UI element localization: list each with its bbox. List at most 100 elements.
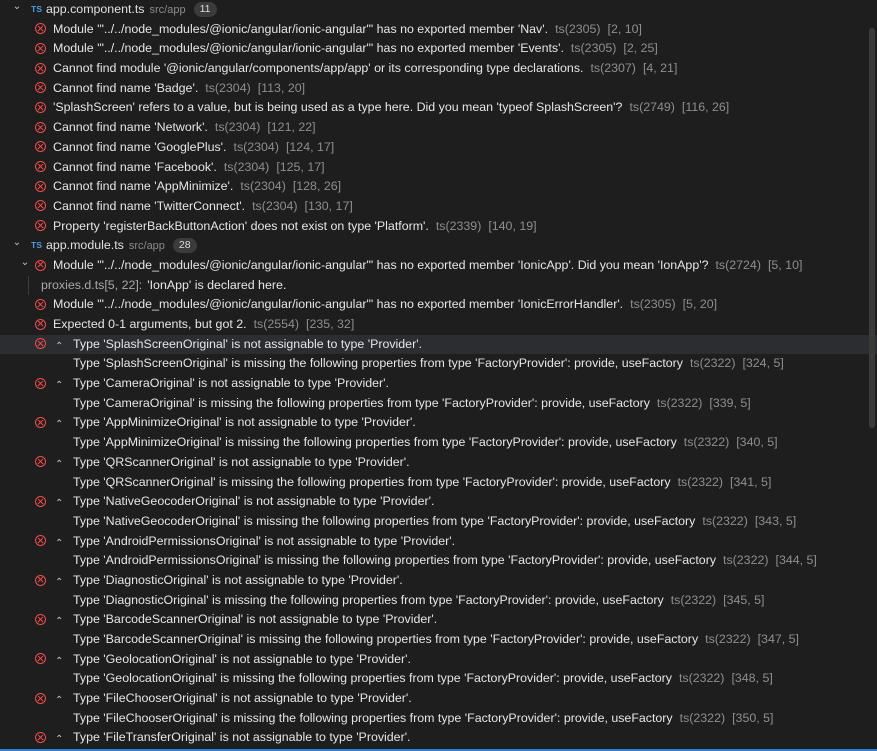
error-code: ts(2304) (223, 159, 270, 174)
problem-row[interactable]: ⌃ Type 'FileTransferOriginal' is not assi… (0, 728, 877, 748)
problem-row[interactable]: Cannot find name 'Network'. ts(2304) [121,… (0, 118, 877, 138)
detail-text: Type 'SplashScreenOriginal' is missing t… (73, 356, 683, 371)
problem-row[interactable]: ⌃ Type 'BarcodeScannerOriginal' is not as… (0, 610, 877, 630)
error-code: ts(2304) (240, 179, 286, 194)
detail-text: Type 'NativeGeocoderOriginal' is missing… (73, 513, 696, 528)
file-group-header[interactable]: ⌄ TS app.component.ts src/app 11 (0, 0, 877, 20)
problem-detail-row[interactable]: Type 'DiagnosticOriginal' is missing the… (0, 591, 877, 611)
problem-detail-row[interactable]: Type 'SplashScreenOriginal' is missing t… (0, 354, 877, 374)
error-icon (35, 180, 46, 192)
problem-text: Type 'QRScannerOriginal' is not assignab… (73, 454, 410, 469)
error-icon (35, 259, 46, 271)
file-group-header[interactable]: ⌄ TS app.module.ts src/app 28 (0, 236, 877, 256)
problem-text: Cannot find name 'GooglePlus'. (53, 139, 227, 154)
problem-detail-row[interactable]: Type 'AndroidPermissionsOriginal' is mis… (0, 551, 877, 571)
problem-detail: Type 'AndroidPermissionsOriginal' is mis… (73, 551, 817, 571)
problem-row[interactable]: ⌃ Type 'AndroidPermissionsOriginal' is no… (0, 532, 877, 552)
problem-detail-row[interactable]: Type 'AppMinimizeOriginal' is missing th… (0, 433, 877, 453)
error-location: [2, 10] (607, 21, 642, 36)
problem-message: Cannot find name 'GooglePlus'. ts(2304) [1… (53, 138, 334, 158)
problem-detail-row[interactable]: Type 'GeolocationOriginal' is missing th… (0, 669, 877, 689)
problem-detail: Type 'AppMinimizeOriginal' is missing th… (73, 433, 778, 453)
problem-count-badge: 11 (193, 2, 217, 17)
error-code: ts(2322) (723, 553, 769, 568)
detail-text: Type 'AndroidPermissionsOriginal' is mis… (73, 553, 717, 568)
error-location: [345, 5] (723, 592, 765, 607)
error-location: [350, 5] (732, 710, 774, 725)
vertical-scrollbar[interactable] (863, 0, 877, 751)
problem-detail-row[interactable]: Type 'BarcodeScannerOriginal' is missing… (0, 630, 877, 650)
problem-message: Module '"../../node_modules/@ionic/angul… (53, 20, 642, 40)
caret-up-icon[interactable]: ⌃ (55, 730, 63, 750)
problem-row[interactable]: ⌃ Type 'DiagnosticOriginal' is not assign… (0, 571, 877, 591)
error-location: [324, 5] (742, 356, 784, 371)
problem-row[interactable]: Expected 0-1 arguments, but got 2. ts(255… (0, 315, 877, 335)
problem-row[interactable]: Module '"../../node_modules/@ionic/angul… (0, 39, 877, 59)
problem-detail-row[interactable]: Type 'FileChooserOriginal' is missing th… (0, 709, 877, 729)
problem-row[interactable]: ⌃ Type 'AppMinimizeOriginal' is not assig… (0, 413, 877, 433)
problem-row[interactable]: ⌃ Type 'GeolocationOriginal' is not assig… (0, 650, 877, 670)
detail-text: Type 'AppMinimizeOriginal' is missing th… (73, 435, 677, 450)
chevron-down-icon[interactable]: ⌄ (19, 253, 31, 273)
detail-text: Type 'DiagnosticOriginal' is missing the… (73, 592, 664, 607)
problem-text: Cannot find name 'Network'. (53, 120, 208, 135)
problem-message: Type 'SplashScreenOriginal' is not assig… (73, 335, 422, 355)
typescript-file-icon: TS (31, 4, 43, 14)
problem-row[interactable]: Property 'registerBackButtonAction' does… (0, 217, 877, 237)
problem-detail-row[interactable]: Type 'QRScannerOriginal' is missing the … (0, 473, 877, 493)
problem-message: Type 'GeolocationOriginal' is not assign… (73, 650, 411, 670)
error-code: ts(2749) (629, 100, 675, 115)
detail-text: Type 'CameraOriginal' is missing the fol… (73, 395, 650, 410)
scrollbar-thumb[interactable] (869, 28, 875, 428)
problem-message: Type 'BarcodeScannerOriginal' is not ass… (73, 610, 437, 630)
error-location: [121, 22] (267, 120, 316, 135)
problem-text: Expected 0-1 arguments, but got 2. (53, 317, 247, 331)
problem-message: 'SplashScreen' refers to a value, but is… (53, 98, 729, 118)
problem-row[interactable]: Cannot find module '@ionic/angular/compo… (0, 59, 877, 79)
problem-message: Module '"../../node_modules/@ionic/angul… (53, 295, 717, 315)
problem-row[interactable]: Module '"../../node_modules/@ionic/angul… (0, 20, 877, 40)
problem-row[interactable]: Module '"../../node_modules/@ionic/angul… (0, 295, 877, 315)
related-message: proxies.d.ts[5, 22]: 'IonApp' is declared… (41, 276, 286, 296)
problem-row[interactable]: Cannot find name 'AppMinimize'. ts(2304) [… (0, 177, 877, 197)
error-icon (35, 200, 46, 212)
error-location: [5, 20] (682, 297, 718, 312)
error-location: [343, 5] (754, 513, 797, 528)
error-icon (35, 121, 46, 133)
problem-row[interactable]: ⌃ Type 'FileChooserOriginal' is not assig… (0, 689, 877, 709)
problem-count-badge: 28 (172, 238, 197, 254)
detail-text: Type 'FileChooserOriginal' is missing th… (73, 710, 673, 725)
problem-row[interactable]: Cannot find name 'GooglePlus'. ts(2304) [1… (0, 138, 877, 158)
problem-row[interactable]: Cannot find name 'Badge'. ts(2304) [113, 2… (0, 79, 877, 99)
problem-row[interactable]: 'SplashScreen' refers to a value, but is… (0, 98, 877, 118)
error-icon (35, 82, 46, 94)
problem-row[interactable]: ⌃ Type 'NativeGeocoderOriginal' is not as… (0, 492, 877, 512)
error-location: [116, 26] (681, 100, 730, 115)
problem-row[interactable]: Cannot find name 'TwitterConnect'. ts(230… (0, 197, 877, 217)
problem-row[interactable]: ⌃ Type 'SplashScreenOriginal' is not assi… (0, 334, 877, 355)
problem-text: 'SplashScreen' refers to a value, but is… (53, 100, 623, 115)
problem-text: Type 'FileTransferOriginal' is not assig… (73, 730, 411, 745)
problem-message: Module '"../../node_modules/@ionic/angul… (53, 39, 658, 59)
problem-detail-row[interactable]: Type 'NativeGeocoderOriginal' is missing… (0, 512, 877, 532)
error-location: [124, 17] (285, 139, 335, 154)
detail-text: Type 'QRScannerOriginal' is missing the … (73, 474, 671, 489)
problem-detail-row[interactable]: Type 'CameraOriginal' is missing the fol… (0, 394, 877, 414)
chevron-down-icon[interactable]: ⌄ (11, 233, 23, 253)
problem-row[interactable]: Cannot find name 'Facebook'. ts(2304) [125… (0, 158, 877, 178)
chevron-down-icon[interactable]: ⌄ (11, 0, 23, 17)
error-icon (35, 417, 46, 429)
problem-message: Type 'QRScannerOriginal' is not assignab… (73, 453, 410, 473)
problem-text: Type 'DiagnosticOriginal' is not assigna… (73, 572, 403, 587)
problem-row[interactable]: ⌃ Type 'QRScannerOriginal' is not assigna… (0, 453, 877, 473)
problem-row[interactable]: ⌄ Module '"../../node_modules/@ionic/angu… (0, 256, 877, 276)
error-icon (35, 318, 46, 330)
problem-row[interactable]: ⌃ Type 'CameraOriginal' is not assignable… (0, 374, 877, 394)
error-location: [128, 26] (292, 179, 342, 194)
error-code: ts(2304) (252, 198, 298, 213)
problem-text: Property 'registerBackButtonAction' does… (53, 218, 429, 233)
related-information-row[interactable]: proxies.d.ts[5, 22]: 'IonApp' is declared… (0, 275, 877, 296)
problem-message: Cannot find name 'Facebook'. ts(2304) [125… (53, 158, 325, 178)
error-icon (35, 692, 46, 704)
file-name: app.component.ts src/app 11 (46, 0, 217, 21)
